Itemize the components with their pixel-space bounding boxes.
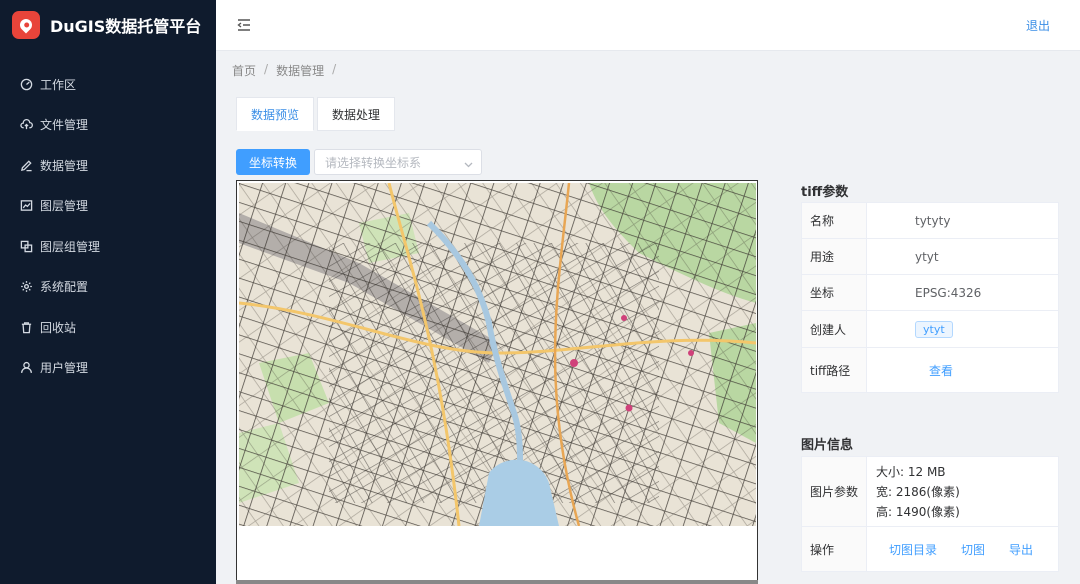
dashboard-icon bbox=[19, 77, 33, 91]
map-bottom-bar bbox=[236, 580, 758, 584]
tile-directory-link[interactable]: 切图目录 bbox=[889, 541, 937, 558]
param-value: ytyt bbox=[915, 249, 939, 264]
param-key: 操作 bbox=[802, 527, 867, 571]
crs-select-placeholder: 请选择转换坐标系 bbox=[325, 155, 422, 170]
creator-tag: ytyt bbox=[915, 320, 953, 338]
table-row: 用途 ytyt bbox=[802, 239, 1058, 275]
table-row: 操作 切图目录 切图 导出 bbox=[802, 527, 1058, 571]
tiff-params-table: 名称 tytyty 用途 ytyt 坐标 EPSG:4326 创建人 ytyt … bbox=[801, 202, 1059, 393]
app-logo-icon bbox=[12, 11, 40, 39]
param-value: tytyty bbox=[915, 213, 951, 228]
chart-icon bbox=[19, 199, 33, 213]
sidebar-item-label: 工作区 bbox=[40, 77, 77, 92]
param-key: 坐标 bbox=[802, 275, 867, 310]
breadcrumb-separator: / bbox=[264, 62, 269, 76]
copy-icon bbox=[19, 239, 33, 253]
image-info-title: 图片信息 bbox=[801, 438, 854, 453]
app-title: DuGIS数据托管平台 bbox=[50, 17, 202, 36]
image-info-table: 图片参数 大小: 12 MB 宽: 2186(像素) 高: 1490(像素) 操… bbox=[801, 456, 1059, 572]
param-key: 创建人 bbox=[802, 311, 867, 347]
param-key: 名称 bbox=[802, 203, 867, 238]
sidebar-item-workspace[interactable]: 工作区 bbox=[0, 64, 216, 105]
table-row: 坐标 EPSG:4326 bbox=[802, 275, 1058, 311]
sidebar-item-label: 文件管理 bbox=[40, 118, 89, 133]
crs-select[interactable]: 请选择转换坐标系 bbox=[314, 149, 482, 175]
sidebar: DuGIS数据托管平台 工作区 文件管理 数据管理 图层管理 图层组管理 系统配… bbox=[0, 0, 216, 584]
breadcrumb-data-management[interactable]: 数据管理 bbox=[276, 62, 324, 79]
operation-links: 切图目录 切图 导出 bbox=[876, 541, 1057, 558]
image-size-info: 大小: 12 MB 宽: 2186(像素) 高: 1490(像素) bbox=[876, 463, 960, 520]
param-value: 切图目录 切图 导出 bbox=[867, 527, 1058, 571]
param-value: EPSG:4326 bbox=[915, 285, 982, 300]
sidebar-item-recycle[interactable]: 回收站 bbox=[0, 307, 216, 348]
coordinate-convert-button[interactable]: 坐标转换 bbox=[236, 149, 310, 175]
trash-icon bbox=[19, 320, 33, 334]
logout-button[interactable]: 退出 bbox=[1026, 17, 1050, 34]
param-key: tiff路径 bbox=[802, 348, 867, 392]
tiff-params-title: tiff参数 bbox=[801, 185, 849, 200]
param-value: ytyt bbox=[867, 311, 1058, 347]
sidebar-item-files[interactable]: 文件管理 bbox=[0, 105, 216, 146]
gear-icon bbox=[19, 280, 33, 294]
table-row: tiff路径 查看 bbox=[802, 348, 1058, 392]
sidebar-item-label: 用户管理 bbox=[40, 361, 89, 376]
sidebar-item-settings[interactable]: 系统配置 bbox=[0, 267, 216, 308]
breadcrumb-separator: / bbox=[332, 62, 337, 76]
sidebar-item-data[interactable]: 数据管理 bbox=[0, 145, 216, 186]
tab-data-processing[interactable]: 数据处理 bbox=[317, 97, 396, 131]
map-image bbox=[239, 183, 756, 526]
param-key: 用途 bbox=[802, 239, 867, 274]
table-row: 名称 tytyty bbox=[802, 203, 1058, 239]
sidebar-item-label: 图层管理 bbox=[40, 199, 89, 214]
tab-data-preview[interactable]: 数据预览 bbox=[236, 97, 315, 131]
sidebar-item-label: 系统配置 bbox=[40, 280, 89, 295]
param-value: 大小: 12 MB 宽: 2186(像素) 高: 1490(像素) bbox=[867, 457, 1058, 526]
image-file-size: 大小: 12 MB bbox=[876, 465, 946, 479]
param-value: 查看 bbox=[867, 348, 1058, 392]
menu-collapse-icon[interactable] bbox=[236, 17, 252, 33]
sidebar-item-label: 数据管理 bbox=[40, 158, 89, 173]
brand: DuGIS数据托管平台 bbox=[0, 0, 216, 50]
table-row: 图片参数 大小: 12 MB 宽: 2186(像素) 高: 1490(像素) bbox=[802, 457, 1058, 527]
param-key: 图片参数 bbox=[802, 457, 867, 526]
user-icon bbox=[19, 361, 33, 375]
sidebar-item-label: 回收站 bbox=[40, 320, 77, 335]
map-preview[interactable] bbox=[239, 183, 756, 526]
sidebar-item-layers[interactable]: 图层管理 bbox=[0, 186, 216, 227]
image-height: 高: 1490(像素) bbox=[876, 505, 960, 519]
chevron-down-icon bbox=[464, 158, 473, 168]
tabs: 数据预览 数据处理 bbox=[236, 97, 396, 131]
tile-link[interactable]: 切图 bbox=[961, 541, 985, 558]
sidebar-item-users[interactable]: 用户管理 bbox=[0, 348, 216, 389]
sidebar-item-label: 图层组管理 bbox=[40, 239, 101, 254]
breadcrumb: 首页 / 数据管理 / bbox=[232, 62, 336, 79]
edit-icon bbox=[19, 158, 33, 172]
cloud-upload-icon bbox=[19, 118, 33, 132]
top-header: 退出 bbox=[216, 0, 1080, 51]
breadcrumb-home[interactable]: 首页 bbox=[232, 62, 256, 79]
table-row: 创建人 ytyt bbox=[802, 311, 1058, 348]
export-link[interactable]: 导出 bbox=[1009, 541, 1033, 558]
sidebar-item-layer-groups[interactable]: 图层组管理 bbox=[0, 226, 216, 267]
sidebar-menu: 工作区 文件管理 数据管理 图层管理 图层组管理 系统配置 回收站 用户管理 bbox=[0, 64, 216, 388]
image-width: 宽: 2186(像素) bbox=[876, 485, 960, 499]
view-tiff-path-link[interactable]: 查看 bbox=[929, 362, 953, 379]
